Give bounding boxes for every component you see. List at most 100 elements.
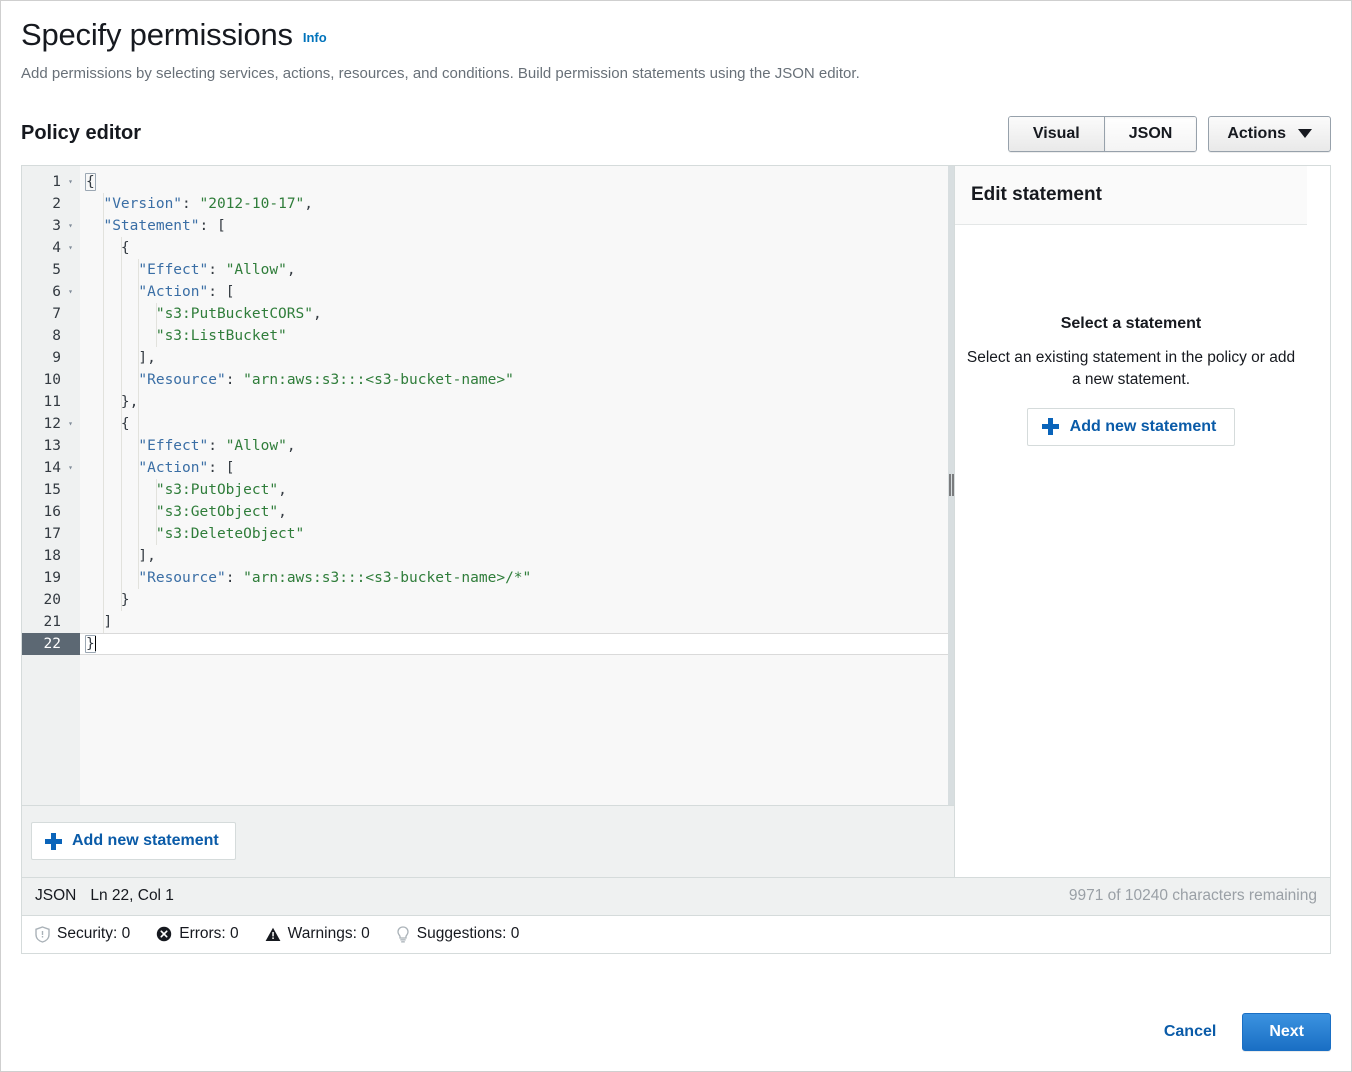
code-line[interactable]: "Effect": "Allow",: [80, 435, 954, 457]
text-cursor: [95, 636, 96, 651]
code-line[interactable]: "s3:DeleteObject": [80, 523, 954, 545]
code-line[interactable]: ]: [80, 611, 954, 633]
empty-state-title: Select a statement: [1061, 315, 1202, 333]
editor-mode-toggle: Visual JSON: [1008, 116, 1197, 152]
line-number[interactable]: 13▾: [22, 435, 80, 457]
tab-visual[interactable]: Visual: [1009, 117, 1104, 151]
next-button[interactable]: Next: [1242, 1013, 1331, 1051]
fold-arrow-icon[interactable]: ▾: [66, 464, 75, 472]
code-line[interactable]: "Resource": "arn:aws:s3:::<s3-bucket-nam…: [80, 369, 954, 391]
code-line[interactable]: "s3:GetObject",: [80, 501, 954, 523]
code-line[interactable]: "Resource": "arn:aws:s3:::<s3-bucket-nam…: [80, 567, 954, 589]
language-indicator: JSON: [35, 887, 76, 905]
add-new-statement-label: Add new statement: [1070, 418, 1217, 436]
plus-icon: [45, 833, 62, 850]
actions-dropdown-button[interactable]: Actions: [1208, 116, 1331, 152]
validation-item-lightbulb[interactable]: Suggestions: 0: [396, 925, 520, 943]
validation-label: Suggestions: 0: [417, 925, 520, 943]
plus-icon: [1042, 418, 1059, 435]
info-link[interactable]: Info: [303, 30, 327, 45]
pane-resize-handle[interactable]: [948, 166, 954, 805]
code-line[interactable]: "Version": "2012-10-17",: [80, 193, 954, 215]
code-area[interactable]: { "Version": "2012-10-17", "Statement": …: [80, 166, 954, 805]
line-number[interactable]: 15▾: [22, 479, 80, 501]
line-number[interactable]: 18▾: [22, 545, 80, 567]
line-number[interactable]: 5▾: [22, 259, 80, 281]
line-number[interactable]: 20▾: [22, 589, 80, 611]
add-new-statement-button-editor[interactable]: Add new statement: [31, 822, 236, 860]
line-number[interactable]: 22▾: [22, 633, 80, 655]
line-number[interactable]: 12▾: [22, 413, 80, 435]
code-line[interactable]: "Effect": "Allow",: [80, 259, 954, 281]
policy-editor-toolbar: Policy editor Visual JSON Actions: [1, 116, 1351, 152]
code-lines[interactable]: { "Version": "2012-10-17", "Statement": …: [80, 171, 954, 655]
code-line[interactable]: "Action": [: [80, 457, 954, 479]
line-number-gutter[interactable]: 1▾2▾3▾4▾5▾6▾7▾8▾9▾10▾11▾12▾13▾14▾15▾16▾1…: [22, 166, 80, 805]
code-line[interactable]: {: [80, 237, 954, 259]
line-number[interactable]: 21▾: [22, 611, 80, 633]
specify-permissions-page: Specify permissions Info Add permissions…: [0, 0, 1352, 1072]
page-header: Specify permissions Info Add permissions…: [1, 1, 1351, 84]
code-line[interactable]: ],: [80, 347, 954, 369]
validation-item-error-circle[interactable]: Errors: 0: [156, 925, 238, 943]
warning-triangle-icon: [265, 927, 281, 942]
lightbulb-icon: [396, 926, 410, 943]
line-number[interactable]: 19▾: [22, 567, 80, 589]
status-left: JSON Ln 22, Col 1: [35, 887, 174, 905]
line-number[interactable]: 6▾: [22, 281, 80, 303]
editor-controls: Visual JSON Actions: [1008, 116, 1331, 152]
code-line[interactable]: {: [80, 413, 954, 435]
tab-json[interactable]: JSON: [1104, 117, 1197, 151]
fold-arrow-icon[interactable]: ▾: [66, 288, 75, 296]
code-line[interactable]: "s3:PutBucketCORS",: [80, 303, 954, 325]
cancel-button[interactable]: Cancel: [1160, 1017, 1220, 1047]
add-new-statement-button-panel[interactable]: Add new statement: [1027, 408, 1236, 446]
code-line[interactable]: "s3:ListBucket": [80, 325, 954, 347]
code-line[interactable]: "Action": [: [80, 281, 954, 303]
validation-label: Security: 0: [57, 925, 130, 943]
code-line[interactable]: }: [80, 589, 954, 611]
line-number[interactable]: 8▾: [22, 325, 80, 347]
error-circle-icon: [156, 926, 172, 942]
add-new-statement-label: Add new statement: [72, 832, 219, 850]
fold-arrow-icon[interactable]: ▾: [66, 222, 75, 230]
editor-status-bar: JSON Ln 22, Col 1 9971 of 10240 characte…: [21, 878, 1331, 916]
actions-label: Actions: [1227, 124, 1286, 144]
line-number[interactable]: 17▾: [22, 523, 80, 545]
fold-arrow-icon[interactable]: ▾: [66, 420, 75, 428]
page-title: Specify permissions: [21, 17, 293, 53]
line-number[interactable]: 16▾: [22, 501, 80, 523]
code-line[interactable]: }: [80, 633, 954, 655]
code-line[interactable]: ],: [80, 545, 954, 567]
line-number[interactable]: 9▾: [22, 347, 80, 369]
line-number[interactable]: 1▾: [22, 171, 80, 193]
line-number[interactable]: 14▾: [22, 457, 80, 479]
fold-arrow-icon[interactable]: ▾: [66, 244, 75, 252]
edit-statement-pane: Edit statement Select a statement Select…: [955, 166, 1307, 877]
validation-bar: Security: 0 Errors: 0 Warnings: 0 Suggestio…: [21, 916, 1331, 954]
code-line[interactable]: "Statement": [: [80, 215, 954, 237]
code-footer: Add new statement: [22, 805, 954, 877]
line-number[interactable]: 2▾: [22, 193, 80, 215]
policy-editor-title: Policy editor: [21, 122, 141, 145]
line-number[interactable]: 3▾: [22, 215, 80, 237]
characters-remaining: 9971 of 10240 characters remaining: [1069, 887, 1317, 905]
code-line[interactable]: },: [80, 391, 954, 413]
fold-arrow-icon[interactable]: ▾: [66, 178, 75, 186]
validation-item-shield[interactable]: Security: 0: [35, 925, 130, 943]
line-number[interactable]: 10▾: [22, 369, 80, 391]
page-footer: Cancel Next: [1160, 1013, 1331, 1051]
validation-item-warning-triangle[interactable]: Warnings: 0: [265, 925, 370, 943]
code-scroll-region[interactable]: 1▾2▾3▾4▾5▾6▾7▾8▾9▾10▾11▾12▾13▾14▾15▾16▾1…: [22, 166, 954, 805]
code-line[interactable]: {: [80, 171, 954, 193]
line-number[interactable]: 7▾: [22, 303, 80, 325]
code-line[interactable]: "s3:PutObject",: [80, 479, 954, 501]
line-number[interactable]: 4▾: [22, 237, 80, 259]
shield-icon: [35, 926, 50, 943]
editor-body: 1▾2▾3▾4▾5▾6▾7▾8▾9▾10▾11▾12▾13▾14▾15▾16▾1…: [22, 166, 1330, 877]
line-number[interactable]: 11▾: [22, 391, 80, 413]
policy-editor-shell: 1▾2▾3▾4▾5▾6▾7▾8▾9▾10▾11▾12▾13▾14▾15▾16▾1…: [21, 165, 1331, 878]
title-row: Specify permissions Info: [21, 17, 1331, 53]
empty-state-description: Select an existing statement in the poli…: [966, 347, 1296, 392]
json-code-pane: 1▾2▾3▾4▾5▾6▾7▾8▾9▾10▾11▾12▾13▾14▾15▾16▾1…: [22, 166, 955, 877]
